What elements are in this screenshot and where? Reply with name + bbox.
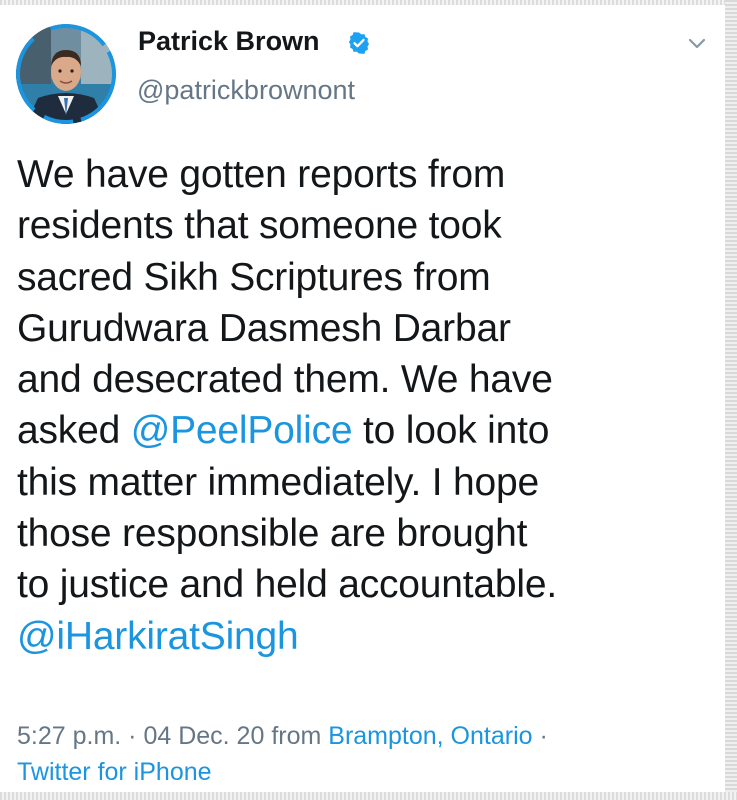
from-label: from bbox=[264, 722, 329, 750]
author-handle[interactable]: @patrickbrownont bbox=[137, 75, 355, 106]
separator-dot: · bbox=[532, 722, 548, 750]
tweet-line: this matter immediately. I hope bbox=[17, 460, 539, 504]
meta-line: 5:27 p.m. · 04 Dec. 20 from Brampton, On… bbox=[17, 718, 548, 754]
bottom-border bbox=[0, 792, 737, 800]
tweet-line: those responsible are brought bbox=[17, 512, 528, 556]
avatar[interactable] bbox=[16, 24, 116, 124]
mention-link-iharkiratsingh[interactable]: @iHarkiratSingh bbox=[17, 615, 299, 658]
mention-link-peelpolice[interactable]: @PeelPolice bbox=[131, 409, 353, 452]
tweet-line: asked @PeelPolice to look into bbox=[17, 405, 717, 456]
tweet-line: We have gotten reports from bbox=[17, 153, 506, 196]
author-name[interactable]: Patrick Brown bbox=[138, 26, 320, 57]
tweet-line: sacred Sikh Scriptures from bbox=[17, 255, 491, 299]
verified-badge-icon bbox=[348, 32, 370, 54]
tweet-text: We have gotten reports from residents th… bbox=[17, 149, 717, 662]
separator-dot: · bbox=[121, 722, 144, 750]
tweet-line: and desecrated them. We have bbox=[17, 358, 553, 402]
tweet-line: residents that someone took bbox=[17, 204, 502, 248]
source-link[interactable]: Twitter for iPhone bbox=[17, 754, 548, 790]
right-border bbox=[725, 0, 737, 800]
tweet-metadata: 5:27 p.m. · 04 Dec. 20 from Brampton, On… bbox=[17, 718, 548, 790]
tweet-time[interactable]: 5:27 p.m. bbox=[17, 722, 121, 750]
tweet-text-fragment: asked bbox=[17, 409, 131, 453]
tweet-text-fragment: to look into bbox=[352, 409, 550, 453]
tweet-card: Patrick Brown @patrickbrownont We have g… bbox=[0, 0, 737, 800]
avatar-photo bbox=[16, 24, 116, 124]
tweet-line: @iHarkiratSingh bbox=[17, 611, 717, 662]
location-link[interactable]: Brampton, Ontario bbox=[328, 722, 532, 750]
top-border bbox=[0, 0, 737, 5]
tweet-date[interactable]: 04 Dec. 20 bbox=[143, 722, 264, 750]
tweet-line: Gurudwara Dasmesh Darbar bbox=[17, 306, 511, 350]
tweet-line: to justice and held accountable. bbox=[17, 563, 557, 607]
chevron-down-icon[interactable] bbox=[688, 38, 706, 50]
